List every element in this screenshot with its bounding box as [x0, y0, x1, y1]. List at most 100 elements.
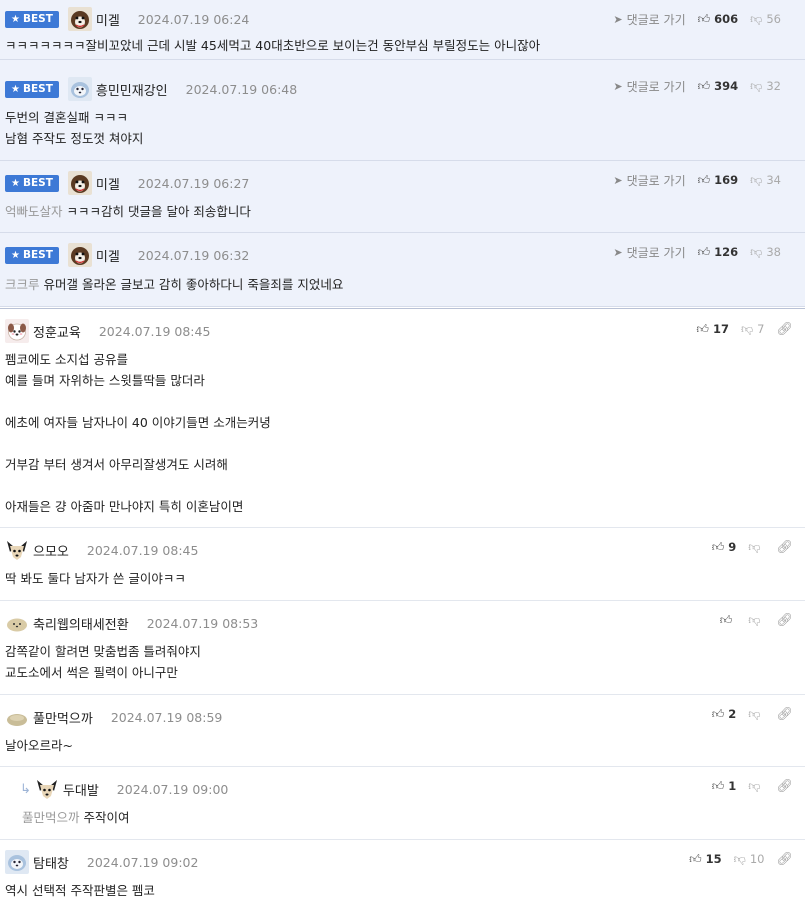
link-icon[interactable]: 🔗︎ — [776, 322, 793, 337]
goto-comment-link[interactable]: ➤ 댓글로 가기 — [613, 78, 685, 95]
downvote-button[interactable]: 👎︎ 34 — [750, 173, 781, 188]
reply-target-nick[interactable]: 풀만먹으까 — [22, 810, 80, 825]
upvote-button[interactable]: 👍︎ 394 — [698, 79, 739, 94]
avatar[interactable] — [5, 538, 29, 562]
upvote-count: 17 — [712, 322, 729, 336]
thumbs-down-icon: 👎︎ — [748, 706, 761, 721]
goto-comment-link[interactable]: ➤ 댓글로 가기 — [613, 244, 685, 261]
avatar[interactable] — [5, 611, 29, 635]
best-comment: ★ BEST 미겔 2024.07.19 06:24 ➤ 댓글로 가기 👍︎ 606 … — [0, 0, 805, 60]
reply-target-nick[interactable]: 억빠도살자 — [5, 204, 63, 219]
comment-time: 2024.07.19 09:02 — [86, 854, 199, 870]
downvote-button[interactable]: 👎︎ 32 — [750, 79, 781, 94]
reply-target-nick[interactable]: 크크루 — [5, 277, 40, 292]
avatar[interactable] — [68, 7, 92, 31]
navigate-arrow-icon: ➤ — [613, 173, 623, 187]
thumbs-down-icon: 👎︎ — [750, 78, 763, 93]
comment-time: 2024.07.19 06:48 — [185, 81, 298, 97]
avatar[interactable] — [68, 243, 92, 267]
comment-text: ㅋㅋㅋㅋㅋㅋㅋ잘비꼬았네 근데 시발 45세먹고 40대초반으로 보이는건 동안… — [5, 38, 541, 53]
upvote-button[interactable]: 👍︎ 17 — [696, 322, 729, 337]
upvote-button[interactable]: 👍︎ — [720, 613, 737, 628]
comment-author[interactable]: 으모오 — [33, 541, 69, 560]
downvote-button[interactable]: 👎︎ 10 — [734, 852, 765, 867]
comment-time: 2024.07.19 08:45 — [86, 542, 199, 558]
downvote-button[interactable]: 👎︎ — [748, 707, 764, 722]
star-icon: ★ — [11, 177, 20, 189]
upvote-count: 394 — [714, 79, 739, 93]
downvote-button[interactable]: 👎︎ 7 — [741, 322, 765, 337]
thumbs-up-icon: 👍︎ — [697, 78, 711, 93]
link-icon[interactable]: 🔗︎ — [776, 779, 793, 794]
best-comment: ★ BEST 흥민민재강인 2024.07.19 06:48 ➤ 댓글로 가기 👍︎… — [0, 68, 805, 161]
upvote-count: 2 — [728, 707, 737, 721]
thumbs-down-icon: 👎︎ — [748, 539, 761, 554]
comment: 축리웹의태세전환 2024.07.19 08:53 👍︎ 👎︎ 🔗︎ 감쪽같이 … — [0, 602, 805, 695]
comment-author[interactable]: 흥민민재강인 — [96, 80, 168, 99]
comment-body: 억빠도살자 ㅋㅋㅋ감히 댓글을 달아 죄송합니다 — [5, 201, 795, 222]
avatar[interactable] — [68, 171, 92, 195]
downvote-button[interactable]: 👎︎ — [748, 779, 764, 794]
thumbs-up-icon: 👍︎ — [697, 172, 711, 187]
avatar[interactable] — [5, 705, 29, 729]
comment-text: 감쪽같이 할려면 맞춤법좀 틀려줘야지 교도소에서 썩은 필력이 아니구만 — [5, 644, 201, 680]
upvote-count: 1 — [728, 779, 737, 793]
comment: 정훈교육 2024.07.19 08:45 👍︎ 17 👎︎ 7 🔗︎ 펨코에도 소… — [0, 310, 805, 528]
downvote-count: 34 — [766, 173, 781, 187]
comment-author[interactable]: 정훈교육 — [33, 322, 81, 341]
downvote-button[interactable]: 👎︎ — [748, 540, 764, 555]
downvote-count: 10 — [749, 852, 765, 866]
goto-comment-label: 댓글로 가기 — [626, 173, 686, 188]
comment-body: 크크루 유머갤 올라온 글보고 감히 좋아하다니 죽을죄를 지었네요 — [5, 274, 795, 295]
link-icon[interactable]: 🔗︎ — [776, 707, 793, 722]
comment-author[interactable]: 두대발 — [63, 780, 99, 799]
navigate-arrow-icon: ➤ — [613, 245, 623, 259]
downvote-button[interactable]: 👎︎ 56 — [750, 12, 781, 27]
comment-author[interactable]: 미겔 — [96, 10, 120, 29]
star-icon: ★ — [11, 83, 20, 95]
goto-comment-link[interactable]: ➤ 댓글로 가기 — [613, 11, 685, 28]
avatar[interactable] — [5, 850, 29, 874]
comment-author[interactable]: 미겔 — [96, 174, 120, 193]
best-badge: ★ BEST — [5, 174, 59, 192]
upvote-button[interactable]: 👍︎ 9 — [712, 540, 737, 555]
avatar[interactable] — [35, 777, 59, 801]
best-badge: ★ BEST — [5, 10, 59, 28]
goto-comment-label: 댓글로 가기 — [626, 245, 686, 260]
upvote-button[interactable]: 👍︎ 169 — [698, 173, 739, 188]
avatar[interactable] — [5, 319, 29, 343]
comment-time: 2024.07.19 09:00 — [116, 781, 229, 797]
link-icon[interactable]: 🔗︎ — [776, 613, 793, 628]
comment-author[interactable]: 미겔 — [96, 246, 120, 265]
upvote-button[interactable]: 👍︎ 2 — [712, 707, 737, 722]
best-badge-label: BEST — [22, 12, 53, 25]
comment-text: 날아오르라~ — [5, 738, 73, 753]
downvote-count: 38 — [766, 245, 781, 259]
downvote-count: 32 — [766, 79, 781, 93]
downvote-button[interactable]: 👎︎ — [748, 613, 764, 628]
comment-author[interactable]: 탐태창 — [33, 853, 69, 872]
thumbs-down-icon: 👎︎ — [748, 778, 761, 793]
thumbs-up-icon: 👍︎ — [711, 778, 725, 793]
comment-author[interactable]: 풀만먹으까 — [33, 708, 93, 727]
upvote-button[interactable]: 👍︎ 1 — [712, 779, 737, 794]
link-icon[interactable]: 🔗︎ — [776, 852, 793, 867]
upvote-button[interactable]: 👍︎ 606 — [698, 12, 739, 27]
downvote-button[interactable]: 👎︎ 38 — [750, 245, 781, 260]
comment-body: 두번의 결혼실패 ㅋㅋㅋ 남혐 주작도 정도껏 쳐야지 — [5, 107, 795, 149]
thumbs-down-icon: 👎︎ — [748, 612, 761, 627]
comment-text: 주작이여 — [83, 810, 130, 825]
comment-body: 펨코에도 소지섭 공유를 예를 들며 자위하는 스윗틀딱들 많더라 에초에 여자… — [5, 349, 795, 517]
link-icon[interactable]: 🔗︎ — [776, 540, 793, 555]
best-badge: ★ BEST — [5, 80, 59, 98]
thumbs-down-icon: 👎︎ — [750, 172, 763, 187]
upvote-count: 126 — [714, 245, 739, 259]
reply-arrow-icon: ↳ — [20, 781, 31, 797]
comment-body: 감쪽같이 할려면 맞춤법좀 틀려줘야지 교도소에서 썩은 필력이 아니구만 — [5, 641, 795, 683]
comment-author[interactable]: 축리웹의태세전환 — [33, 614, 129, 633]
comment-time: 2024.07.19 08:53 — [146, 615, 259, 631]
upvote-button[interactable]: 👍︎ 126 — [698, 245, 739, 260]
upvote-button[interactable]: 👍︎ 15 — [689, 852, 722, 867]
goto-comment-link[interactable]: ➤ 댓글로 가기 — [613, 172, 685, 189]
avatar[interactable] — [68, 77, 92, 101]
